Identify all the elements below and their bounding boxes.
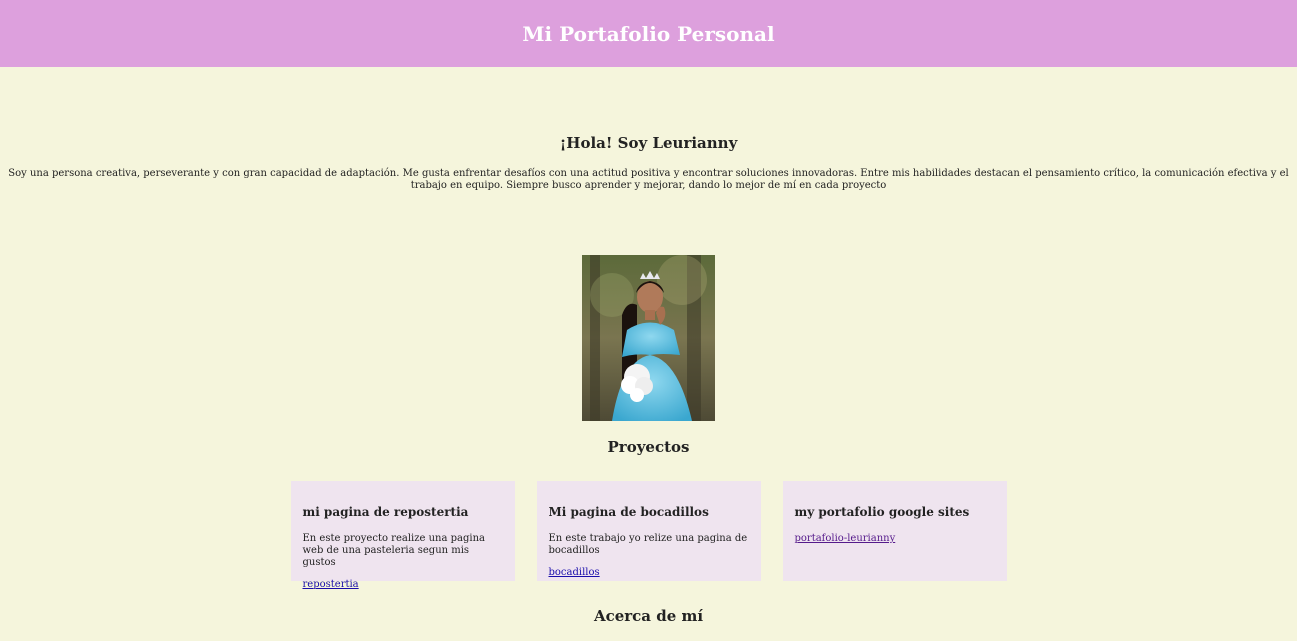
project-description: En este proyecto realize una pagina web …: [302, 533, 485, 568]
project-description: En este trabajo yo relize una pagina de …: [548, 533, 748, 556]
project-card-google-sites: my portafolio google sites portafolio-le…: [782, 481, 1007, 581]
site-title: Mi Portafolio Personal: [522, 21, 775, 46]
project-card-bocadillos: Mi pagina de bocadillos En este trabajo …: [536, 481, 761, 581]
site-header: Mi Portafolio Personal: [0, 0, 1297, 67]
intro-section: ¡Hola! Soy Leurianny Soy una persona cre…: [0, 133, 1297, 192]
project-card-reposteria: mi pagina de repostertia En este proyect…: [290, 481, 515, 590]
about-heading: Acerca de mí: [593, 607, 704, 625]
bio-text: Soy una persona creativa, perseverante y…: [8, 168, 1289, 191]
projects-heading: Proyectos: [607, 438, 690, 456]
projects-list: mi pagina de repostertia En este proyect…: [0, 481, 1297, 590]
project-link-bocadillos[interactable]: bocadillos: [549, 567, 600, 579]
project-title: my portafolio google sites: [794, 505, 970, 519]
project-title: mi pagina de repostertia: [302, 505, 469, 519]
project-link-portafolio[interactable]: portafolio-leurianny: [795, 533, 896, 545]
greeting-heading: ¡Hola! Soy Leurianny: [559, 134, 738, 152]
profile-photo: [582, 255, 715, 421]
project-title: Mi pagina de bocadillos: [548, 505, 709, 519]
project-link-reposteria[interactable]: repostertia: [303, 579, 359, 591]
